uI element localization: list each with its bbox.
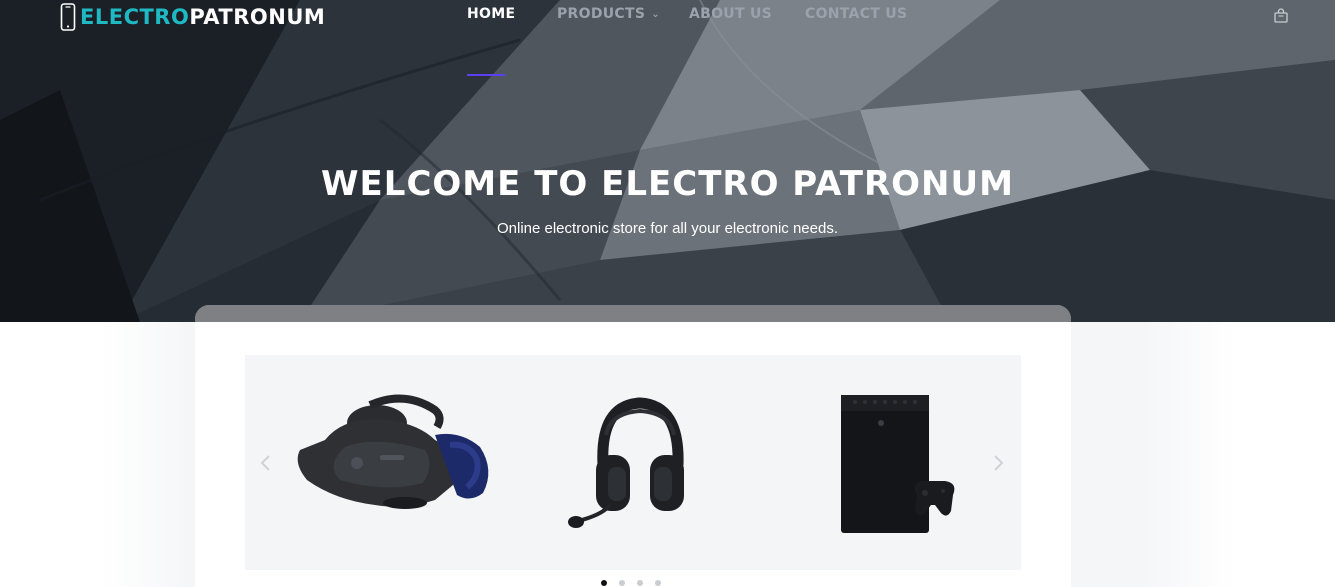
- nav-home-link[interactable]: HOME: [467, 6, 515, 22]
- console-image[interactable]: [765, 355, 995, 570]
- hero-background-image: [0, 0, 1335, 322]
- chevron-left-icon[interactable]: [257, 451, 275, 475]
- carousel-dot-3[interactable]: [637, 580, 643, 586]
- chevron-right-icon[interactable]: [989, 451, 1007, 475]
- hero-title: WELCOME TO ELECTRO PATRONUM: [321, 164, 1014, 204]
- main-nav: HOME PRODUCTS ⌄ ABOUT US CONTACT US: [0, 6, 1335, 30]
- content-card-edge: [195, 305, 1071, 322]
- nav-products-label: PRODUCTS: [557, 6, 646, 22]
- product-carousel: [245, 355, 1021, 570]
- carousel-dot-1[interactable]: [601, 580, 607, 586]
- carousel-dot-4[interactable]: [655, 580, 661, 586]
- hero-subtitle: Online electronic store for all your ele…: [496, 220, 838, 237]
- headset-image[interactable]: [518, 355, 748, 570]
- carousel-dot-2[interactable]: [619, 580, 625, 586]
- chevron-down-icon: ⌄: [651, 8, 660, 20]
- shopping-bag-icon[interactable]: [1273, 8, 1289, 24]
- carousel-indicators: [601, 580, 671, 587]
- nav-products-link[interactable]: PRODUCTS ⌄: [557, 6, 660, 22]
- nav-active-indicator: [467, 74, 505, 76]
- vr-headset-image[interactable]: [285, 355, 515, 570]
- nav-about-link[interactable]: ABOUT US: [689, 6, 772, 22]
- hero-banner: ELECTRO PATRONUM HOME PRODUCTS ⌄ ABOUT US…: [0, 0, 1335, 322]
- nav-contact-link[interactable]: CONTACT US: [805, 6, 907, 22]
